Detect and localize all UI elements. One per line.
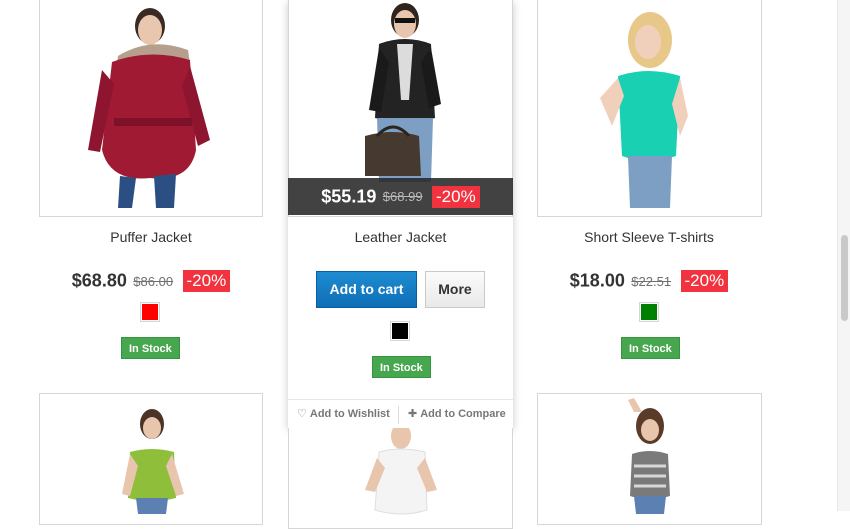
- add-to-compare-label: Add to Compare: [420, 408, 506, 420]
- action-divider: [398, 406, 399, 424]
- add-to-wishlist-label: Add to Wishlist: [309, 408, 390, 420]
- color-swatch-black[interactable]: [390, 321, 410, 341]
- product-card-leather-jacket: $55.19 $68.99 -20% Leather Jacket Add to…: [288, 0, 513, 428]
- product-image[interactable]: [288, 428, 513, 529]
- color-swatch-red[interactable]: [140, 302, 160, 322]
- color-swatch-green[interactable]: [639, 302, 659, 322]
- product-name[interactable]: Puffer Jacket: [39, 229, 263, 245]
- product-name[interactable]: Short Sleeve T-shirts: [537, 229, 761, 245]
- product-price: $68.80: [71, 270, 127, 291]
- stock-badge: In Stock: [121, 337, 180, 359]
- product-actions: ♡ Add to Wishlist ✚ Add to Compare: [288, 399, 513, 429]
- scrollbar[interactable]: [837, 0, 850, 511]
- discount-badge: -20%: [432, 185, 480, 208]
- product-name[interactable]: Leather Jacket: [288, 229, 513, 245]
- product-image[interactable]: [537, 393, 762, 525]
- product-image[interactable]: [537, 0, 762, 217]
- add-to-wishlist-link[interactable]: ♡ Add to Wishlist: [297, 400, 390, 429]
- product-price: $55.19: [321, 186, 377, 207]
- scrollbar-thumb[interactable]: [841, 235, 848, 321]
- price-row: $68.80 $86.00 -20%: [39, 270, 263, 292]
- more-button[interactable]: More: [425, 271, 485, 308]
- product-image[interactable]: [39, 0, 263, 217]
- heart-icon: ♡: [297, 408, 307, 420]
- plus-icon: ✚: [408, 408, 418, 420]
- price-overlay: $55.19 $68.99 -20%: [288, 178, 513, 215]
- old-price: $22.51: [631, 273, 672, 289]
- stock-badge: In Stock: [621, 337, 680, 359]
- old-price: $68.99: [382, 189, 423, 205]
- discount-badge: -20%: [182, 270, 231, 292]
- product-image[interactable]: [39, 393, 263, 525]
- add-to-compare-link[interactable]: ✚ Add to Compare: [408, 400, 506, 429]
- stock-badge: In Stock: [372, 356, 431, 378]
- discount-badge: -20%: [680, 270, 729, 292]
- old-price: $86.00: [133, 273, 174, 289]
- price-row: $18.00 $22.51 -20%: [537, 270, 761, 292]
- add-to-cart-button[interactable]: Add to cart: [316, 271, 417, 308]
- product-price: $18.00: [569, 270, 625, 291]
